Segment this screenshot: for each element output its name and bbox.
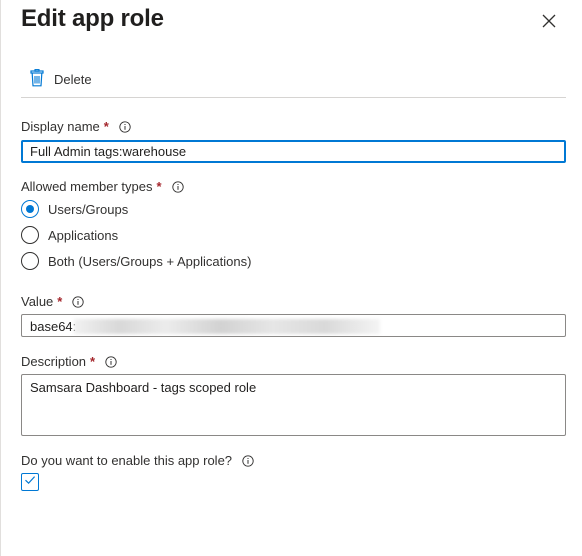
required-asterisk: *: [90, 354, 96, 369]
description-textarea[interactable]: Samsara Dashboard - tags scoped role: [21, 374, 566, 436]
radio-button[interactable]: [21, 226, 39, 244]
panel-left-border: [0, 0, 1, 556]
radio-label: Both (Users/Groups + Applications): [48, 253, 252, 269]
info-icon[interactable]: [171, 180, 184, 193]
info-icon[interactable]: [72, 295, 85, 308]
radio-users-groups[interactable]: Users/Groups: [21, 200, 128, 218]
required-asterisk: *: [103, 119, 109, 134]
radio-applications[interactable]: Applications: [21, 226, 118, 244]
radio-button-selected[interactable]: [21, 200, 39, 218]
required-asterisk: *: [156, 179, 162, 194]
enable-label: Do you want to enable this app role?: [21, 453, 254, 468]
checkmark-icon: [23, 473, 37, 492]
enable-label-text: Do you want to enable this app role?: [21, 453, 233, 468]
display-name-label-text: Display name: [21, 119, 100, 134]
delete-label: Delete: [54, 72, 92, 87]
required-asterisk: *: [57, 294, 63, 309]
info-icon[interactable]: [119, 120, 131, 133]
close-button[interactable]: [538, 10, 560, 32]
display-name-input[interactable]: [21, 140, 566, 163]
radio-label: Applications: [48, 227, 119, 243]
command-bar: Delete: [21, 64, 566, 98]
value-input[interactable]: base64:: [21, 314, 566, 337]
enable-checkbox[interactable]: [21, 473, 39, 491]
member-types-label-text: Allowed member types: [21, 179, 153, 194]
delete-button[interactable]: Delete: [29, 69, 92, 90]
radio-label: Users/Groups: [48, 201, 129, 217]
radio-button[interactable]: [21, 252, 39, 270]
description-label-text: Description: [21, 354, 87, 369]
info-icon[interactable]: [105, 355, 117, 368]
redacted-value: [74, 319, 380, 334]
trash-icon: [29, 69, 45, 90]
value-text: base64:: [30, 319, 77, 334]
member-types-label: Allowed member types *: [21, 179, 184, 194]
display-name-label: Display name *: [21, 119, 131, 134]
value-label-text: Value: [21, 294, 54, 309]
radio-both[interactable]: Both (Users/Groups + Applications): [21, 252, 251, 270]
close-icon: [538, 14, 560, 35]
value-label: Value *: [21, 294, 85, 309]
description-label: Description *: [21, 354, 117, 369]
panel-title: Edit app role: [21, 5, 164, 32]
info-icon[interactable]: [242, 454, 254, 467]
edit-app-role-panel: Edit app role Delete Display name * Full…: [0, 0, 582, 556]
